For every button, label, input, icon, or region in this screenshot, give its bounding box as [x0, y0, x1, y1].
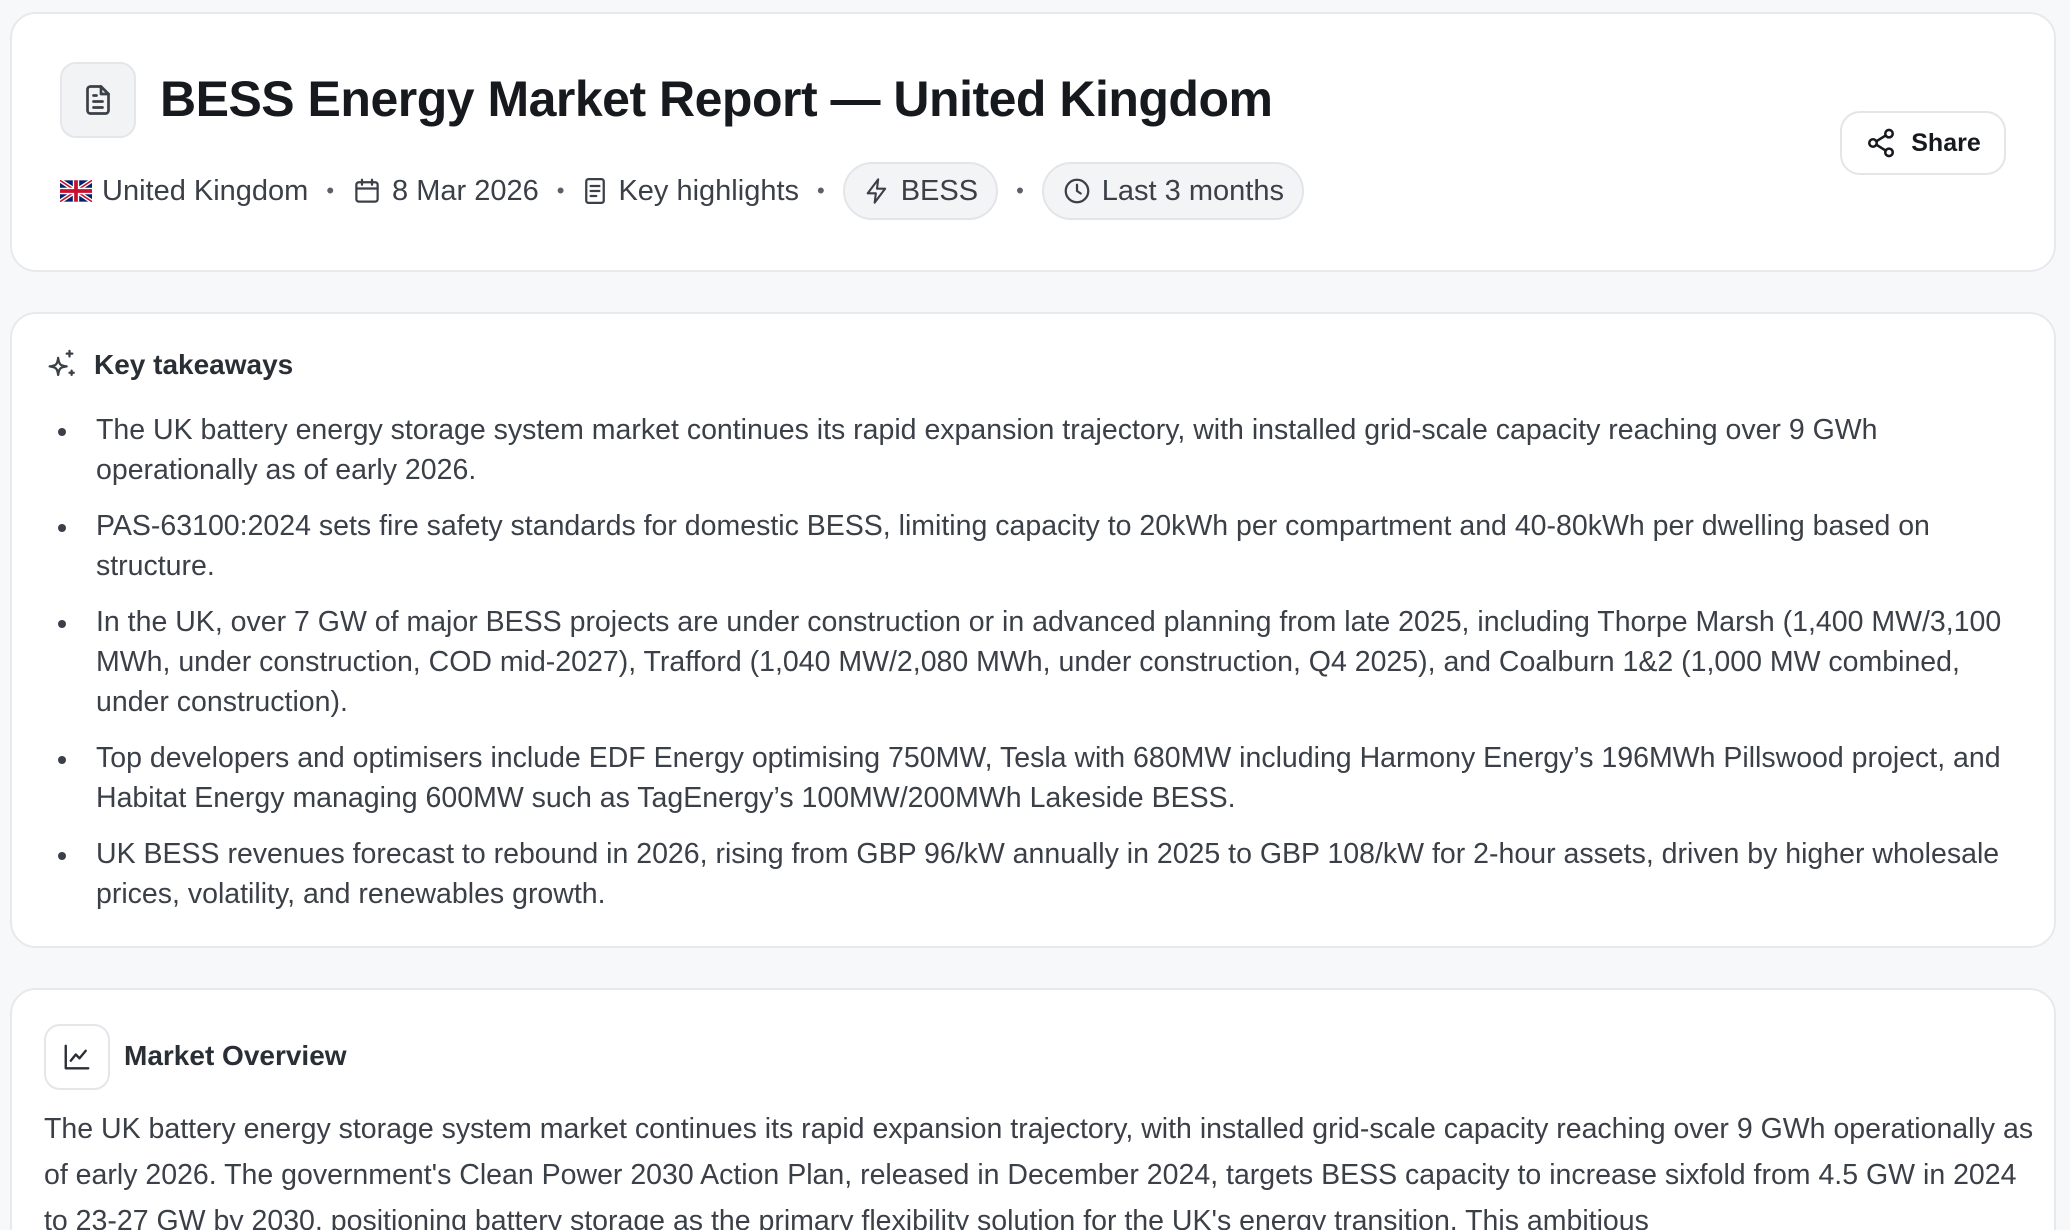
meta-date-label: 8 Mar 2026	[392, 174, 539, 207]
takeaway-item: The UK battery energy storage system mar…	[44, 410, 2034, 490]
sparkles-icon	[44, 348, 78, 382]
tag-bess-label: BESS	[900, 174, 979, 207]
key-takeaways-title: Key takeaways	[94, 349, 294, 380]
meta-separator: •	[556, 178, 565, 203]
market-overview-title: Market Overview	[124, 1040, 347, 1071]
clock-icon	[1062, 176, 1092, 206]
meta-separator: •	[817, 178, 825, 203]
tag-bess-pill[interactable]: BESS	[842, 162, 999, 220]
report-title: BESS Energy Market Report — United Kingd…	[160, 71, 1273, 127]
meta-country-label: United Kingdom	[102, 174, 309, 207]
share-icon	[1865, 127, 1897, 159]
takeaway-item: Top developers and optimisers include ED…	[44, 738, 2034, 818]
line-chart-icon	[44, 1024, 110, 1090]
takeaway-item: UK BESS revenues forecast to rebound in …	[44, 834, 2034, 914]
takeaway-item: PAS-63100:2024 sets fire safety standard…	[44, 506, 2034, 586]
report-meta-row: United Kingdom • 8 Mar 2026 • Key highli…	[60, 162, 1304, 220]
key-takeaways-header: Key takeaways	[44, 348, 293, 382]
meta-country: United Kingdom	[60, 175, 308, 208]
period-label: Last 3 months	[1101, 174, 1284, 207]
meta-separator: •	[326, 178, 335, 203]
meta-report-type: Key highlights	[582, 175, 799, 208]
share-button-label: Share	[1911, 128, 1981, 157]
lightning-icon	[863, 176, 891, 206]
notes-icon	[582, 176, 608, 206]
takeaways-list: The UK battery energy storage system mar…	[44, 410, 2034, 930]
period-pill[interactable]: Last 3 months	[1041, 162, 1304, 220]
meta-date: 8 Mar 2026	[352, 175, 539, 208]
document-icon	[60, 62, 136, 138]
share-button[interactable]: Share	[1840, 111, 2006, 175]
calendar-icon	[352, 176, 382, 206]
takeaway-item: In the UK, over 7 GW of major BESS proje…	[44, 602, 2034, 722]
market-overview-text: The UK battery energy storage system mar…	[44, 1113, 2034, 1230]
market-overview-card: Market Overview The UK battery energy st…	[10, 988, 2056, 1230]
uk-flag-icon	[60, 180, 92, 202]
meta-report-type-label: Key highlights	[618, 174, 800, 207]
key-takeaways-card: Key takeaways The UK battery energy stor…	[10, 312, 2056, 948]
meta-separator: •	[1016, 178, 1024, 203]
report-header-card: BESS Energy Market Report — United Kingd…	[10, 12, 2056, 272]
